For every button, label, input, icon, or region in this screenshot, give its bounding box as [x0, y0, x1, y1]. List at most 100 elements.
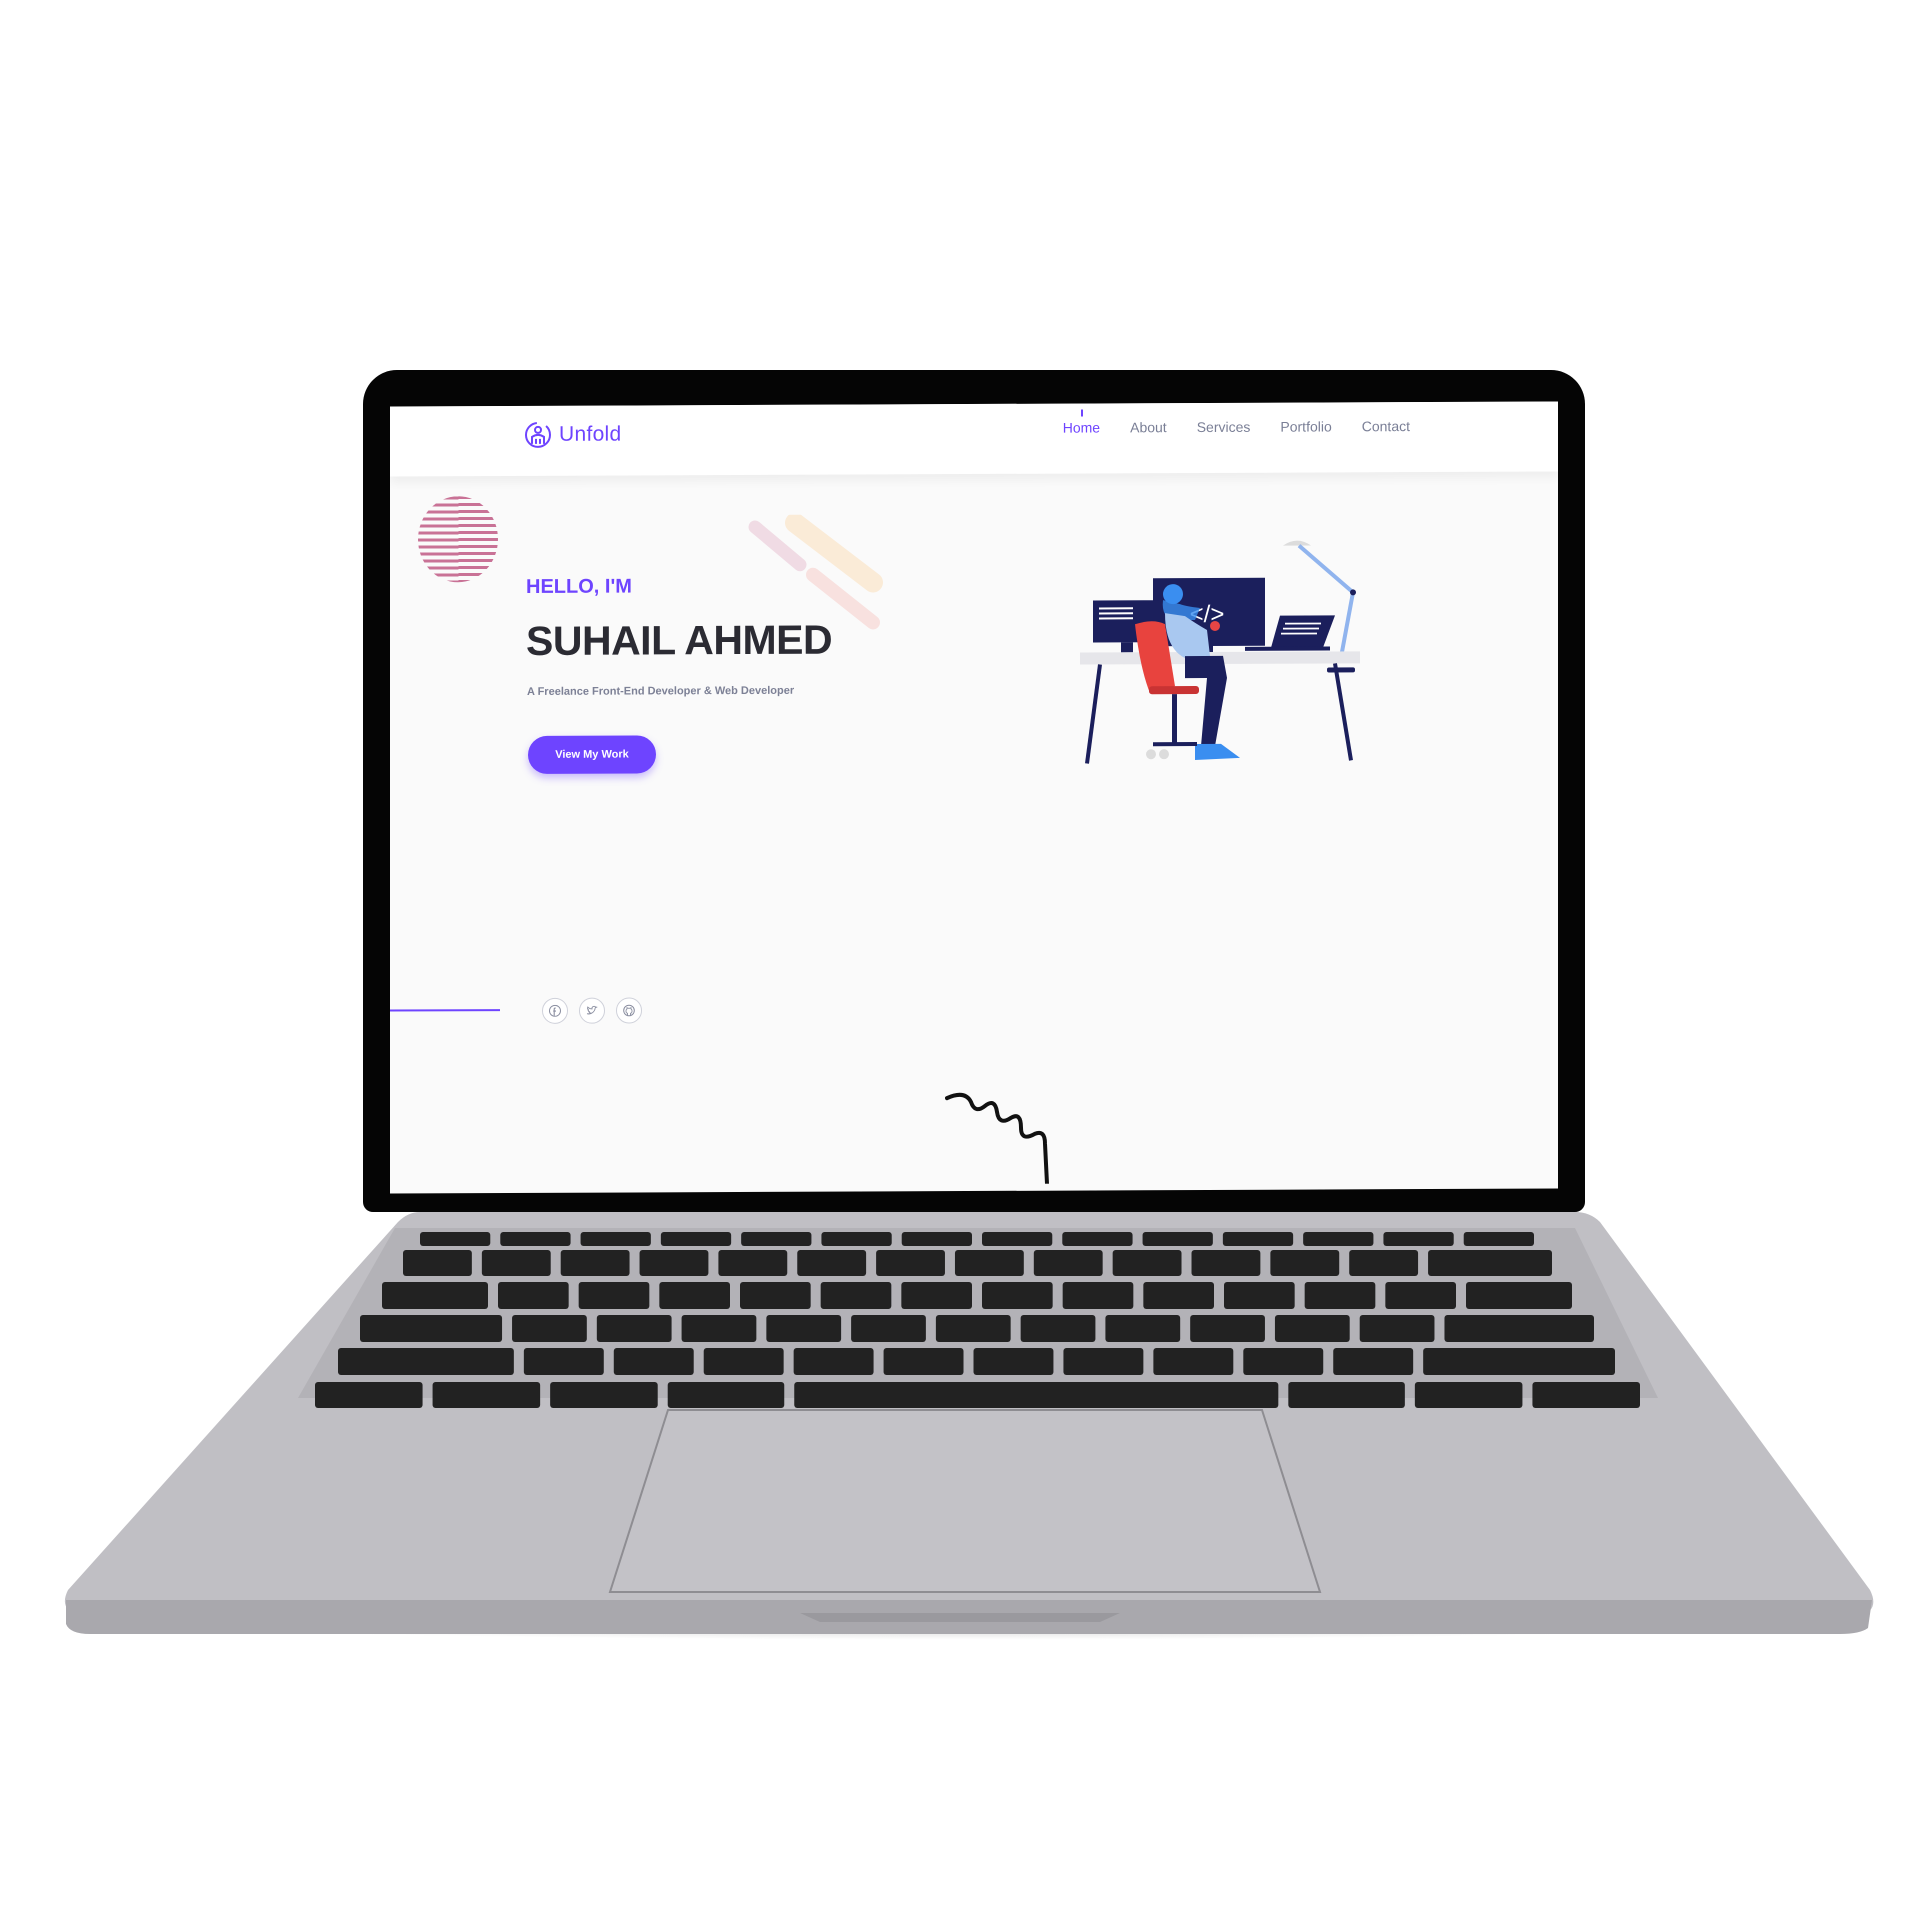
keyboard-key: [1062, 1282, 1134, 1309]
keyboard-key: [432, 1382, 541, 1408]
keyboard-key: [1190, 1315, 1265, 1342]
keyboard-key: [1063, 1348, 1144, 1375]
keyboard-key: [1303, 1232, 1374, 1246]
nav-menu: Home About Services Portfolio Contact: [1063, 418, 1410, 436]
nav-home[interactable]: Home: [1063, 419, 1100, 435]
keyboard-key: [1359, 1315, 1435, 1342]
keyboard-key: [1153, 1348, 1234, 1375]
keyboard-key: [1274, 1315, 1350, 1342]
keyboard-key: [973, 1348, 1054, 1375]
keyboard-key: [1243, 1348, 1324, 1375]
twitter-link[interactable]: [579, 997, 605, 1024]
desk-laptop-icon: [1271, 615, 1335, 648]
keyboard-key: [550, 1382, 658, 1408]
keyboard-key: [876, 1250, 945, 1276]
keyboard-key: [851, 1315, 926, 1342]
keyboard-key: [703, 1348, 784, 1375]
keyboard-key: [797, 1250, 867, 1276]
squiggle-decoration: [945, 1092, 1049, 1185]
keyboard-key: [901, 1232, 972, 1246]
social-links: [542, 997, 642, 1024]
keyboard-key: [512, 1315, 587, 1342]
keyboard-key: [1033, 1250, 1103, 1276]
keyboard-key: [1466, 1282, 1572, 1309]
keyboard-key: [1333, 1348, 1414, 1375]
keyboard-key: [794, 1382, 1279, 1408]
keyboard-key: [580, 1232, 651, 1246]
github-link[interactable]: [616, 997, 642, 1024]
keyboard-key: [523, 1348, 604, 1375]
keyboard-key: [1062, 1232, 1133, 1246]
keyboard-key: [1270, 1250, 1340, 1276]
nav-contact[interactable]: Contact: [1362, 418, 1410, 434]
keyboard-key: [1143, 1282, 1214, 1309]
keyboard-key: [1444, 1315, 1594, 1342]
keyboard-key: [740, 1282, 811, 1309]
keyboard-key: [403, 1250, 472, 1276]
keyboard-key: [639, 1250, 709, 1276]
laptop-screen: Unfold Home About Services Portfolio Con…: [390, 401, 1558, 1194]
keyboard-key: [659, 1282, 730, 1309]
twitter-icon: [586, 1005, 598, 1015]
keyboard-key: [741, 1232, 812, 1246]
developer-illustration: </>: [1080, 540, 1360, 764]
keyboard-key: [1191, 1250, 1261, 1276]
keyboard-key: [793, 1348, 874, 1375]
keyboard-key: [1463, 1232, 1534, 1246]
keyboard-key: [1383, 1232, 1454, 1246]
hero-name: SUHAIL AHMED: [526, 616, 833, 664]
logo-text: Unfold: [559, 422, 622, 446]
keyboard-key: [560, 1250, 630, 1276]
keyboard-key: [1349, 1250, 1419, 1276]
keyboard-key: [360, 1315, 503, 1342]
keyboard-key: [1532, 1382, 1640, 1408]
nav-portfolio[interactable]: Portfolio: [1280, 418, 1331, 434]
hero-greeting: HELLO, I'M: [526, 575, 632, 598]
keyboard-key: [1142, 1232, 1213, 1246]
keyboard-key: [481, 1250, 551, 1276]
keyboard-key: [1020, 1315, 1096, 1342]
facebook-link[interactable]: [542, 997, 568, 1024]
keyboard-key: [883, 1348, 964, 1375]
keyboard-key: [1224, 1282, 1295, 1309]
keyboard-key: [766, 1315, 842, 1342]
navbar: Unfold Home About Services Portfolio Con…: [390, 401, 1558, 477]
keyboard-key: [596, 1315, 672, 1342]
keyboard-key: [382, 1282, 488, 1309]
keyboard-key: [338, 1348, 514, 1375]
keyboard-key: [718, 1250, 788, 1276]
logo-icon: [525, 421, 551, 448]
keyboard-key: [315, 1382, 423, 1408]
facebook-icon: [549, 1004, 561, 1017]
keyboard-key: [1304, 1282, 1376, 1309]
keyboard-key: [1222, 1232, 1294, 1246]
keyboard-key: [420, 1232, 491, 1246]
social-divider-line: [390, 1009, 500, 1012]
github-icon: [623, 1004, 635, 1017]
striped-circle-decoration: [418, 496, 498, 583]
logo[interactable]: Unfold: [523, 420, 622, 450]
keyboard-key: [1428, 1250, 1552, 1276]
keyboard-key: [1288, 1382, 1405, 1408]
keyboard-key: [667, 1382, 785, 1408]
keyboard-key: [1105, 1315, 1181, 1342]
keyboard-key: [613, 1348, 694, 1375]
keyboard-key: [1414, 1382, 1523, 1408]
nav-services[interactable]: Services: [1197, 419, 1251, 435]
view-my-work-button[interactable]: View My Work: [528, 735, 656, 774]
keyboard-key: [498, 1282, 569, 1309]
keyboard-key: [578, 1282, 650, 1309]
keyboard-key: [1112, 1250, 1182, 1276]
keyboard-key: [954, 1250, 1024, 1276]
keyboard-key: [1385, 1282, 1456, 1309]
keyboard-key: [681, 1315, 757, 1342]
keyboard-key: [982, 1282, 1053, 1309]
keyboard-key: [820, 1282, 892, 1309]
hero-tagline: A Freelance Front-End Developer & Web De…: [527, 684, 795, 698]
keyboard-key: [660, 1232, 732, 1246]
keyboard-key: [821, 1232, 892, 1246]
keyboard-key: [500, 1232, 571, 1246]
keyboard-key: [982, 1232, 1053, 1246]
keyboard-key: [1423, 1348, 1615, 1375]
nav-about[interactable]: About: [1130, 419, 1167, 435]
